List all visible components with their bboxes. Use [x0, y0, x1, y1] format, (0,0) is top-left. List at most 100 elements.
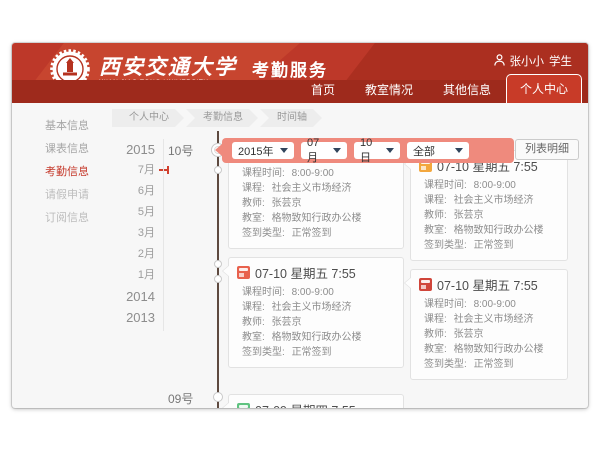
- timeline-node: [213, 392, 223, 402]
- timeline-nav-item[interactable]: 2013: [107, 307, 155, 328]
- field-label: 课程:: [424, 314, 447, 325]
- timeline-nav-item[interactable]: 7月: [107, 160, 155, 181]
- breadcrumb-item[interactable]: 个人中心: [112, 109, 184, 127]
- card-field: 课程: 社会主义市场经济: [237, 181, 395, 196]
- field-label: 教室:: [424, 225, 447, 236]
- field-value: 8:00-9:00: [292, 287, 334, 298]
- timeline-node: [214, 275, 222, 283]
- field-value: 正常签到: [292, 228, 332, 239]
- nav-tab[interactable]: 其他信息: [428, 77, 506, 103]
- timeline-day-label: 10号: [168, 142, 212, 159]
- field-label: 教师:: [424, 329, 447, 340]
- attendance-card[interactable]: 07-10 星期五 7:55 课程时间: 8:00-9:00 课程: 社会主义市…: [410, 269, 568, 380]
- field-value: 格物致知行政办公楼: [454, 344, 544, 355]
- card-field: 教室: 格物致知行政办公楼: [419, 342, 559, 357]
- timeline-nav-item[interactable]: 3月: [107, 223, 155, 244]
- timeline-nav-item[interactable]: 1月: [107, 265, 155, 286]
- field-value: 格物致知行政办公楼: [272, 213, 362, 224]
- timeline-day-label: 09号: [168, 390, 212, 407]
- card-title: 07-09 星期四 7:55: [255, 400, 356, 408]
- card-field: 课程: 社会主义市场经济: [237, 300, 395, 315]
- attendance-status-icon: [237, 403, 250, 408]
- card-field: 课程时间: 8:00-9:00: [237, 166, 395, 181]
- field-label: 课程时间:: [424, 299, 467, 310]
- field-value: 张芸京: [272, 198, 302, 209]
- timeline-card-column-left: 课程时间: 8:00-9:00 课程: 社会主义市场经济 教师: 张芸京 教室:…: [228, 150, 404, 408]
- app-header: 西安交通大学 XI'AN JIAO TONG UNIVERSITY 考勤服务 张…: [12, 43, 588, 103]
- nav-tab[interactable]: 首页: [296, 77, 350, 103]
- field-label: 签到类型:: [424, 240, 467, 251]
- field-value: 正常签到: [292, 347, 332, 358]
- timeline-nav-item[interactable]: 2月: [107, 244, 155, 265]
- app-window: 西安交通大学 XI'AN JIAO TONG UNIVERSITY 考勤服务 张…: [12, 43, 588, 408]
- card-field: 教室: 格物致知行政办公楼: [419, 223, 559, 238]
- field-value: 张芸京: [272, 317, 302, 328]
- breadcrumb-item[interactable]: 时间轴: [260, 109, 322, 127]
- timeline-nav-item[interactable]: 2014: [107, 286, 155, 307]
- type-select-value: 全部: [413, 143, 435, 159]
- timeline-card-column-right: 07-10 星期五 7:55 课程时间: 8:00-9:00 课程: 社会主义市…: [410, 150, 568, 408]
- card-header: 07-10 星期五 7:55: [237, 263, 395, 282]
- attendance-status-icon: [237, 266, 250, 279]
- card-header: 07-09 星期四 7:55: [237, 400, 395, 408]
- field-label: 课程时间:: [242, 287, 285, 298]
- field-label: 教室:: [242, 213, 265, 224]
- field-label: 签到类型:: [242, 347, 285, 358]
- field-label: 课程时间:: [242, 168, 285, 179]
- card-field: 课程时间: 8:00-9:00: [419, 178, 559, 193]
- field-label: 签到类型:: [242, 228, 285, 239]
- attendance-card[interactable]: 课程时间: 8:00-9:00 课程: 社会主义市场经济 教师: 张芸京 教室:…: [228, 150, 404, 249]
- user-info[interactable]: 张小小 学生: [494, 53, 573, 69]
- nav-tab[interactable]: 个人中心: [506, 74, 582, 103]
- field-value: 正常签到: [474, 359, 514, 370]
- card-field: 签到类型: 正常签到: [419, 238, 559, 253]
- year-select[interactable]: 2015年: [232, 142, 294, 159]
- list-detail-button[interactable]: 列表明细: [515, 139, 579, 160]
- card-header: 07-10 星期五 7:55: [419, 275, 559, 294]
- month-select[interactable]: 07月: [301, 142, 347, 159]
- type-select[interactable]: 全部: [407, 142, 469, 159]
- field-label: 课程:: [242, 183, 265, 194]
- card-field: 签到类型: 正常签到: [419, 357, 559, 372]
- person-icon: [494, 54, 505, 69]
- card-field: 教室: 格物致知行政办公楼: [237, 211, 395, 226]
- field-label: 教师:: [242, 198, 265, 209]
- card-field: 签到类型: 正常签到: [237, 345, 395, 360]
- field-value: 8:00-9:00: [292, 168, 334, 179]
- field-value: 8:00-9:00: [474, 180, 516, 191]
- day-select-value: 10日: [360, 137, 380, 165]
- sidebar-item[interactable]: 基本信息: [12, 115, 124, 138]
- year-select-value: 2015年: [238, 143, 273, 159]
- field-value: 社会主义市场经济: [272, 302, 352, 313]
- card-field: 教室: 格物致知行政办公楼: [237, 330, 395, 345]
- university-name-cn: 西安交通大学: [99, 56, 237, 77]
- user-role: 学生: [549, 53, 572, 69]
- breadcrumb-item[interactable]: 考勤信息: [186, 109, 258, 127]
- field-label: 课程:: [424, 195, 447, 206]
- breadcrumb: 个人中心考勤信息时间轴: [112, 109, 324, 127]
- card-field: 教师: 张芸京: [237, 196, 395, 211]
- field-value: 社会主义市场经济: [454, 195, 534, 206]
- timeline-nav-item[interactable]: 2015: [107, 139, 155, 160]
- card-field: 课程时间: 8:00-9:00: [237, 285, 395, 300]
- field-value: 社会主义市场经济: [272, 183, 352, 194]
- card-field: 课程: 社会主义市场经济: [419, 312, 559, 327]
- attendance-card[interactable]: 07-10 星期五 7:55 课程时间: 8:00-9:00 课程: 社会主义市…: [410, 150, 568, 261]
- field-value: 张芸京: [454, 210, 484, 221]
- timeline-nav-item[interactable]: 6月: [107, 181, 155, 202]
- field-label: 教室:: [424, 344, 447, 355]
- day-select[interactable]: 10日: [354, 142, 400, 159]
- field-value: 社会主义市场经济: [454, 314, 534, 325]
- attendance-card[interactable]: 07-10 星期五 7:55 课程时间: 8:00-9:00 课程: 社会主义市…: [228, 257, 404, 368]
- nav-tab[interactable]: 教室情况: [350, 77, 428, 103]
- user-name: 张小小: [510, 53, 545, 69]
- card-title: 07-10 星期五 7:55: [437, 275, 538, 294]
- attendance-card[interactable]: 07-09 星期四 7:55: [228, 394, 404, 408]
- timeline-nav: 20157月6月5月3月2月1月20142013: [107, 139, 155, 328]
- card-field: 课程: 社会主义市场经济: [419, 193, 559, 208]
- field-label: 教师:: [242, 317, 265, 328]
- timeline-nav-item[interactable]: 5月: [107, 202, 155, 223]
- attendance-status-icon: [419, 278, 432, 291]
- field-value: 格物致知行政办公楼: [272, 332, 362, 343]
- chevron-down-icon: [386, 148, 394, 153]
